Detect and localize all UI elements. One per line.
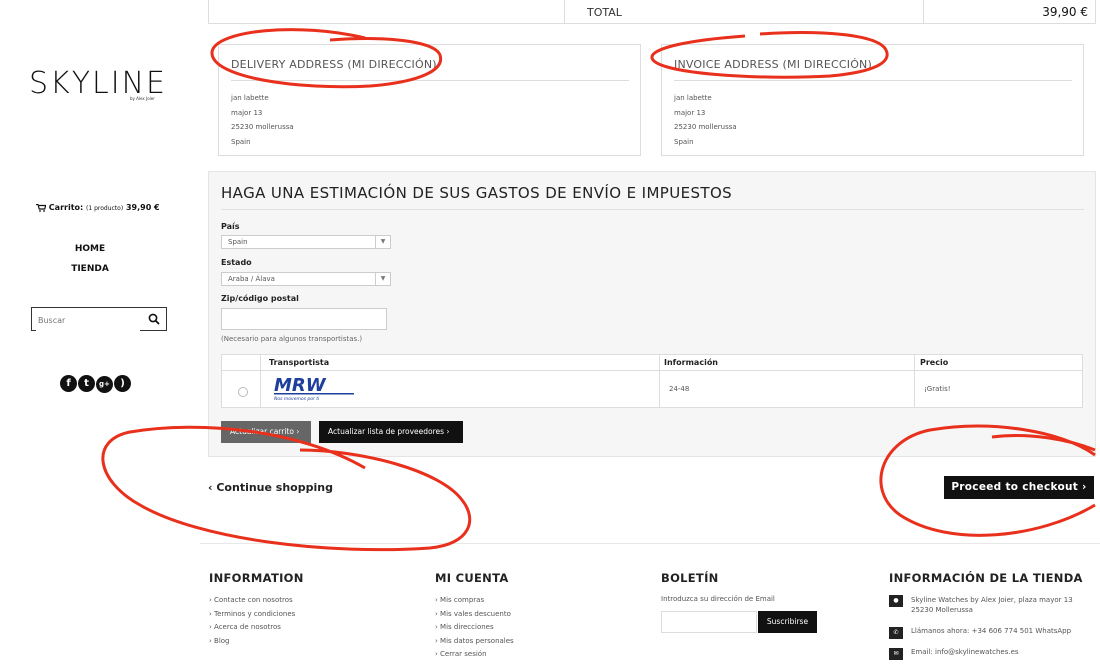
- footer-account-links: › Mis compras › Mis vales descuento › Mi…: [435, 594, 514, 662]
- divider: [923, 0, 924, 24]
- footer-newsletter-title: BOLETÍN: [661, 571, 719, 585]
- envelope-icon: ✉: [889, 648, 903, 660]
- divider: [222, 370, 1082, 371]
- address-line: 25230 mollerussa: [674, 123, 737, 131]
- rss-icon[interactable]: ): [114, 375, 131, 392]
- state-value: Araba / Álava: [228, 275, 275, 283]
- cart-count: (1 producto): [86, 205, 124, 212]
- invoice-address-title: INVOICE ADDRESS (MI DIRECCIÓN): [674, 58, 872, 71]
- store-phone: ✆ Llámanos ahora: +34 606 774 501 WhatsAp…: [889, 627, 1071, 639]
- country-label: País: [221, 222, 240, 231]
- carrier-price: ¡Gratis!: [924, 385, 951, 393]
- store-email-text[interactable]: Email: info@skylinewatches.es: [911, 648, 1019, 656]
- total-label: TOTAL: [587, 6, 622, 19]
- address-line: 25230 mollerussa: [231, 123, 294, 131]
- divider: [221, 209, 1084, 210]
- invoice-address-lines: jan labette major 13 25230 mollerussa Sp…: [674, 91, 737, 149]
- footer-link[interactable]: › Blog: [209, 635, 295, 649]
- update-cart-button[interactable]: Actualizar carrito ›: [221, 421, 311, 443]
- map-marker-icon: ●: [889, 595, 903, 607]
- address-line: Spain: [674, 137, 694, 146]
- country-select[interactable]: Spain ▼: [221, 235, 391, 249]
- zip-input[interactable]: [221, 308, 387, 330]
- search-icon[interactable]: [148, 313, 160, 325]
- divider: [914, 355, 915, 407]
- mrw-logo: MRW Nos movemos por ti: [274, 375, 354, 402]
- continue-shopping-link[interactable]: ‹ Continue shopping: [208, 481, 333, 494]
- social-links: f t g+): [60, 371, 132, 393]
- search-box: [31, 307, 167, 332]
- footer-link[interactable]: › Terminos y condiciones: [209, 608, 295, 622]
- footer-link[interactable]: › Mis vales descuento: [435, 608, 514, 622]
- nav-tienda[interactable]: TIENDA: [50, 264, 130, 274]
- newsletter-email-input[interactable]: [661, 611, 757, 633]
- divider: [231, 80, 629, 81]
- update-carriers-button[interactable]: Actualizar lista de proveedores ›: [319, 421, 463, 443]
- carrier-logo-text: MRW: [274, 375, 327, 396]
- footer-store-title: INFORMACIÓN DE LA TIENDA: [889, 571, 1083, 585]
- shipping-estimate-panel: HAGA UNA ESTIMACIÓN DE SUS GASTOS DE ENV…: [208, 171, 1096, 457]
- search-input[interactable]: [36, 309, 140, 332]
- store-address-line: Skyline Watches by Alex Joier, plaza may…: [911, 596, 1073, 604]
- price-header: Precio: [920, 358, 949, 367]
- chevron-down-icon: ▼: [375, 236, 390, 248]
- footer-link[interactable]: › Mis datos personales: [435, 635, 514, 649]
- state-label: Estado: [221, 258, 252, 267]
- carrier-info: 24-48: [669, 385, 690, 393]
- address-line: major 13: [674, 108, 706, 117]
- address-line: Spain: [231, 137, 251, 146]
- facebook-icon[interactable]: f: [60, 375, 77, 392]
- totals-table: [208, 0, 1096, 24]
- delivery-address-box: DELIVERY ADDRESS (MI DIRECCIÓN) jan labe…: [218, 44, 641, 156]
- proceed-to-checkout-button[interactable]: Proceed to checkout ›: [944, 476, 1094, 499]
- footer-link[interactable]: › Contacte con nosotros: [209, 594, 295, 608]
- newsletter-text: Introduzca su dirección de Email: [661, 595, 775, 603]
- footer-divider: [200, 543, 1100, 544]
- carrier-tagline: Nos movemos por ti: [274, 396, 320, 402]
- chevron-down-icon: ▼: [375, 273, 390, 285]
- total-value: 39,90 €: [1042, 5, 1088, 19]
- address-line: major 13: [231, 108, 263, 117]
- footer-link[interactable]: › Cerrar sesión: [435, 648, 514, 662]
- store-email: ✉ Email: info@skylinewatches.es: [889, 648, 1019, 660]
- carrier-header: Transportista: [269, 358, 330, 367]
- subscribe-button[interactable]: Suscribirse: [758, 611, 817, 633]
- address-line: jan labette: [674, 94, 712, 102]
- carrier-table: Transportista Información Precio MRW Nos…: [221, 354, 1083, 408]
- invoice-address-box: INVOICE ADDRESS (MI DIRECCIÓN) jan labet…: [661, 44, 1084, 156]
- footer-account-title: MI CUENTA: [435, 571, 509, 585]
- delivery-address-title: DELIVERY ADDRESS (MI DIRECCIÓN): [231, 58, 437, 71]
- zip-label: Zip/código postal: [221, 294, 299, 303]
- twitter-icon[interactable]: t: [78, 375, 95, 392]
- country-value: Spain: [228, 238, 248, 246]
- divider: [659, 355, 660, 407]
- zip-hint: (Necesario para algunos transportistas.): [221, 335, 363, 343]
- cart-summary[interactable]: Carrito: (1 producto) 39,90 €: [36, 203, 160, 212]
- cart-total: 39,90 €: [125, 203, 160, 212]
- footer-link[interactable]: › Mis direcciones: [435, 621, 514, 635]
- phone-icon: ✆: [889, 627, 903, 639]
- footer-link[interactable]: › Acerca de nosotros: [209, 621, 295, 635]
- store-phone-text: Llámanos ahora: +34 606 774 501 WhatsApp: [911, 627, 1072, 635]
- cart-label: Carrito:: [48, 203, 84, 212]
- state-select[interactable]: Araba / Álava ▼: [221, 272, 391, 286]
- cart-icon: [36, 203, 46, 212]
- google-plus-icon[interactable]: g+: [96, 376, 113, 393]
- logo-subtitle: by Alex Joier: [130, 96, 155, 101]
- footer-link[interactable]: › Mis compras: [435, 594, 514, 608]
- footer-info-links: › Contacte con nosotros › Terminos y con…: [209, 594, 295, 648]
- divider: [674, 80, 1072, 81]
- store-address-line: 25230 Mollerussa: [911, 606, 973, 614]
- divider: [564, 0, 565, 24]
- info-header: Información: [664, 358, 719, 367]
- footer-info-title: INFORMATION: [209, 571, 304, 585]
- store-address: ● Skyline Watches by Alex Joier, plaza ma…: [889, 595, 1073, 615]
- nav-home[interactable]: HOME: [50, 244, 130, 254]
- divider: [260, 355, 261, 407]
- delivery-address-lines: jan labette major 13 25230 mollerussa Sp…: [231, 91, 294, 149]
- carrier-radio[interactable]: [238, 387, 248, 397]
- estimate-title: HAGA UNA ESTIMACIÓN DE SUS GASTOS DE ENV…: [221, 184, 733, 202]
- address-line: jan labette: [231, 94, 269, 102]
